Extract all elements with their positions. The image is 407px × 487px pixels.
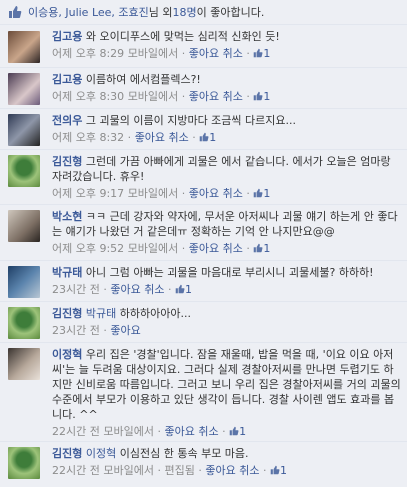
unlike-link[interactable]: 좋아요 취소 bbox=[189, 90, 243, 103]
like-count[interactable]: 1 bbox=[229, 425, 246, 438]
like-count-value: 1 bbox=[209, 131, 217, 144]
likes-summary: 이승용, Julie Lee, 조효진 님 외 18명 이 좋아합니다. bbox=[0, 0, 407, 25]
comment-item: 이정혁 우리 집은 '경찰'입니다. 잠을 재울때, 밥을 먹을 때, '이요 … bbox=[0, 344, 407, 442]
like-count-value: 1 bbox=[263, 242, 271, 255]
likes-middle-text: 님 외 bbox=[148, 6, 173, 19]
like-count-value: 1 bbox=[263, 90, 271, 103]
unlike-link[interactable]: 좋아요 취소 bbox=[110, 283, 164, 296]
comment-device: 모바일에서 bbox=[127, 90, 179, 103]
comment-time[interactable]: 어제 오후 9:17 bbox=[52, 187, 124, 200]
thumbs-up-icon bbox=[175, 283, 185, 294]
comment-author[interactable]: 김고용 bbox=[52, 73, 82, 86]
avatar[interactable] bbox=[8, 266, 40, 298]
like-count-value: 1 bbox=[263, 187, 271, 200]
comment-time[interactable]: 23시간 전 bbox=[52, 324, 100, 337]
comment-item: 김진형 박규태 하하하아아아... 23시간 전 · 좋아요 bbox=[0, 303, 407, 343]
unlike-link[interactable]: 좋아요 취소 bbox=[135, 131, 189, 144]
comment-text: 이름하여 에서컴플렉스?! bbox=[85, 73, 201, 86]
comment-text: 하하하아아아... bbox=[116, 307, 191, 320]
comment-author[interactable]: 전의우 bbox=[52, 114, 82, 127]
thumbs-up-icon bbox=[253, 90, 263, 101]
unlike-link[interactable]: 좋아요 취소 bbox=[164, 425, 218, 438]
comment-author[interactable]: 박소현 bbox=[52, 210, 82, 223]
like-count[interactable]: 1 bbox=[270, 464, 287, 477]
comment-author[interactable]: 김진형 bbox=[52, 307, 82, 320]
like-count[interactable]: 1 bbox=[199, 131, 216, 144]
avatar[interactable] bbox=[8, 210, 40, 242]
comment-text: 그런데 가끔 아빠에게 괴물은 에서 같습니다. 에서가 오늘은 엄마랑 자려갔… bbox=[52, 155, 391, 183]
comment-item: 박소현 ㅋㅋ 근데 강자와 약자에, 무서운 아저씨나 괴물 얘기 하는게 안 … bbox=[0, 206, 407, 261]
comment-text: 아니 그럼 아빠는 괴물을 마음대로 부리시니 괴물세불? 하하하! bbox=[85, 266, 374, 279]
unlike-link[interactable]: 좋아요 취소 bbox=[189, 242, 243, 255]
comment-time[interactable]: 어제 오후 9:52 bbox=[52, 242, 124, 255]
thumbs-up-icon bbox=[253, 242, 263, 253]
like-link[interactable]: 좋아요 bbox=[110, 324, 140, 337]
unlike-link[interactable]: 좋아요 취소 bbox=[189, 47, 243, 60]
like-count[interactable]: 1 bbox=[253, 90, 270, 103]
comment-item: 김고용 이름하여 에서컴플렉스?! 어제 오후 8:30 모바일에서 · 좋아요… bbox=[0, 69, 407, 109]
thumbs-up-icon bbox=[229, 425, 239, 436]
like-count[interactable]: 1 bbox=[253, 187, 270, 200]
thumbs-up-icon bbox=[270, 464, 280, 475]
comment-time[interactable]: 어제 오후 8:30 bbox=[52, 90, 124, 103]
like-count-value: 1 bbox=[263, 47, 271, 60]
comment-time[interactable]: 22시간 전 bbox=[52, 464, 100, 477]
mention-link[interactable]: 이정혁 bbox=[86, 447, 116, 460]
like-count[interactable]: 1 bbox=[253, 47, 270, 60]
comment-item: 전의우 그 괴물의 이름이 지방마다 조금씩 다르지요... 어제 오후 8:3… bbox=[0, 110, 407, 150]
thumbs-up-icon bbox=[199, 131, 209, 142]
like-count[interactable]: 1 bbox=[175, 283, 192, 296]
thumbs-up-icon bbox=[253, 187, 263, 198]
avatar[interactable] bbox=[8, 307, 40, 339]
comment-author[interactable]: 김고용 bbox=[52, 30, 82, 43]
likes-suffix-text: 이 좋아합니다. bbox=[196, 6, 265, 19]
comment-device: 모바일에서 bbox=[127, 47, 179, 60]
comment-device: 모바일에서 bbox=[127, 242, 179, 255]
comment-item: 박규태 아니 그럼 아빠는 괴물을 마음대로 부리시니 괴물세불? 하하하! 2… bbox=[0, 262, 407, 302]
unlike-link[interactable]: 좋아요 취소 bbox=[189, 187, 243, 200]
avatar[interactable] bbox=[8, 114, 40, 146]
comment-text: ㅋㅋ 근데 강자와 약자에, 무서운 아저씨나 괴물 얘기 하는게 안 좋다는 … bbox=[52, 210, 398, 238]
like-count[interactable]: 1 bbox=[253, 242, 270, 255]
comment-text: 우리 집은 '경찰'입니다. 잠을 재울때, 밥을 먹을 때, '이요 이요 아… bbox=[52, 348, 401, 421]
thumbs-up-icon bbox=[8, 5, 22, 19]
comment-author[interactable]: 김진형 bbox=[52, 447, 82, 460]
comment-time[interactable]: 22시간 전 bbox=[52, 425, 100, 438]
comment-device: 모바일에서 bbox=[127, 187, 179, 200]
liker-names-link[interactable]: 이승용, Julie Lee, 조효진 bbox=[28, 4, 149, 20]
likes-others-link[interactable]: 18명 bbox=[173, 4, 197, 20]
like-count-value: 1 bbox=[279, 464, 287, 477]
avatar[interactable] bbox=[8, 447, 40, 479]
comment-text: 이심전심 한 통속 부모 마음. bbox=[116, 447, 249, 460]
avatar[interactable] bbox=[8, 31, 40, 63]
comment-device: 모바일에서 bbox=[103, 464, 154, 477]
unlike-link[interactable]: 좋아요 취소 bbox=[205, 464, 259, 477]
comment-item: 김진형 이정혁 이심전심 한 통속 부모 마음. 22시간 전 모바일에서 · … bbox=[0, 443, 407, 487]
thumbs-up-icon bbox=[253, 47, 263, 58]
comments-panel: 이승용, Julie Lee, 조효진 님 외 18명 이 좋아합니다. 김고용… bbox=[0, 0, 407, 487]
comment-time[interactable]: 어제 오후 8:32 bbox=[52, 131, 124, 144]
edited-label[interactable]: 편집됨 bbox=[164, 464, 194, 477]
comment-time[interactable]: 23시간 전 bbox=[52, 283, 100, 296]
mention-link[interactable]: 박규태 bbox=[86, 307, 116, 320]
avatar[interactable] bbox=[8, 73, 40, 105]
comment-text: 와 오이디푸스에 맞먹는 심리적 신화인 듯! bbox=[85, 30, 280, 43]
avatar[interactable] bbox=[8, 155, 40, 187]
comment-time[interactable]: 어제 오후 8:29 bbox=[52, 47, 124, 60]
comment-item: 김고용 와 오이디푸스에 맞먹는 심리적 신화인 듯! 어제 오후 8:29 모… bbox=[0, 26, 407, 68]
comment-item: 김진형 그런데 가끔 아빠에게 괴물은 에서 같습니다. 에서가 오늘은 엄마랑… bbox=[0, 151, 407, 205]
comment-author[interactable]: 김진형 bbox=[52, 155, 82, 168]
comment-author[interactable]: 박규태 bbox=[52, 266, 82, 279]
comment-author[interactable]: 이정혁 bbox=[52, 348, 82, 361]
like-count-value: 1 bbox=[184, 283, 192, 296]
avatar[interactable] bbox=[8, 348, 40, 380]
comment-device: 모바일에서 bbox=[103, 425, 154, 438]
like-count-value: 1 bbox=[239, 425, 247, 438]
comment-text: 그 괴물의 이름이 지방마다 조금씩 다르지요... bbox=[85, 114, 297, 127]
